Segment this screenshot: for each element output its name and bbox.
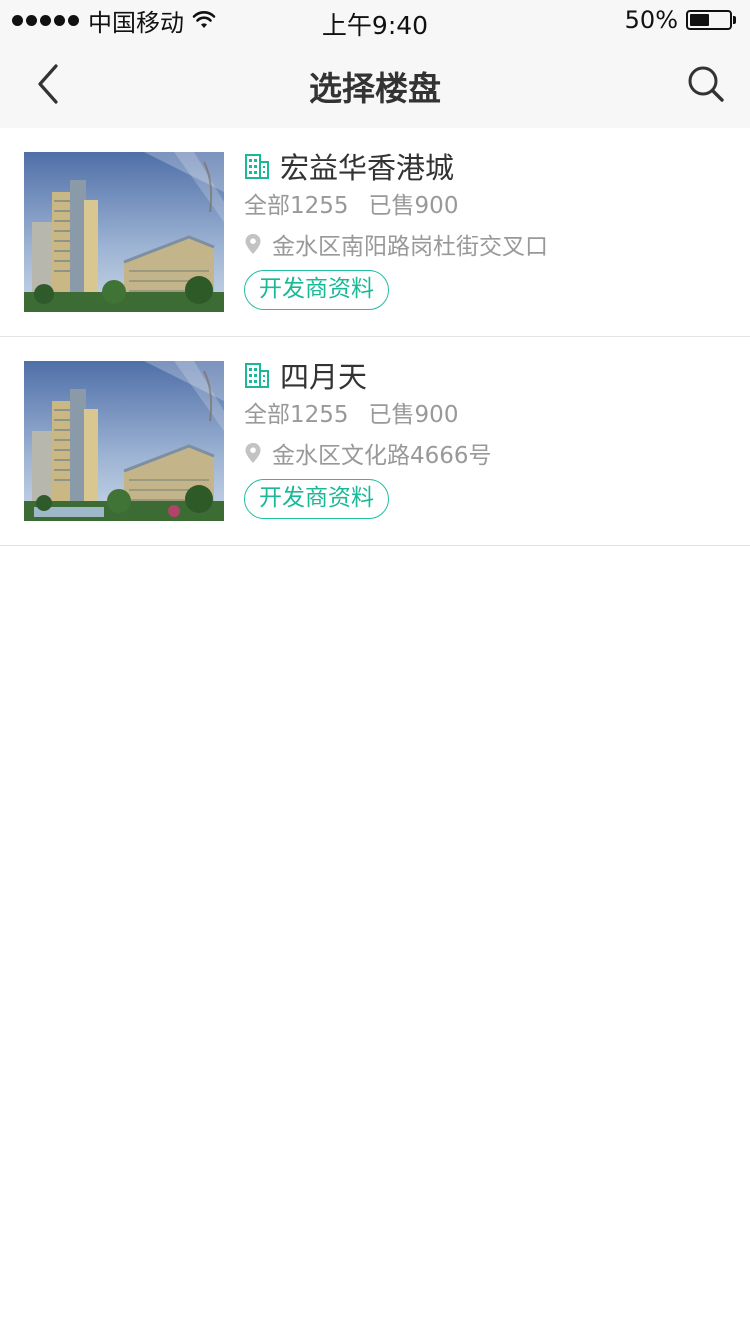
battery-group: 50% (625, 6, 736, 34)
developer-info-button[interactable]: 开发商资料 (244, 270, 389, 310)
property-address: 金水区南阳路岗杜街交叉口 (272, 234, 548, 260)
address-row: 金水区南阳路岗杜街交叉口 (244, 226, 730, 262)
building-icon (245, 154, 269, 179)
property-info: 宏益华香港城 全部1255 已售900 金水区南阳路岗杜街交叉口 开发商资料 (244, 148, 730, 310)
property-image (24, 361, 224, 521)
search-icon (688, 66, 724, 102)
property-list: 宏益华香港城 全部1255 已售900 金水区南阳路岗杜街交叉口 开发商资料 四… (0, 128, 750, 546)
sales-stats: 全部1255 已售900 (244, 397, 730, 433)
list-item[interactable]: 四月天 全部1255 已售900 金水区文化路4666号 开发商资料 (0, 337, 750, 546)
search-button[interactable] (680, 58, 732, 110)
location-pin-icon (245, 443, 261, 463)
property-address: 金水区文化路4666号 (272, 443, 492, 469)
status-bar: 中国移动 上午9:40 50% (0, 0, 750, 40)
total-units: 全部1255 (244, 193, 349, 219)
page-title: 选择楼盘 (309, 69, 441, 108)
battery-icon (686, 10, 732, 30)
building-icon (245, 363, 269, 388)
location-pin-icon (245, 234, 261, 254)
sales-stats: 全部1255 已售900 (244, 188, 730, 224)
title-row: 四月天 (244, 357, 730, 394)
address-row: 金水区文化路4666号 (244, 435, 730, 471)
property-image (24, 152, 224, 312)
battery-fill (690, 14, 709, 26)
nav-bar: 选择楼盘 (0, 40, 750, 128)
list-item[interactable]: 宏益华香港城 全部1255 已售900 金水区南阳路岗杜街交叉口 开发商资料 (0, 128, 750, 337)
property-name: 宏益华香港城 (280, 151, 455, 185)
total-units: 全部1255 (244, 402, 349, 428)
sold-units: 已售900 (368, 402, 459, 428)
developer-info-button[interactable]: 开发商资料 (244, 479, 389, 519)
title-row: 宏益华香港城 (244, 148, 730, 185)
battery-cap (733, 16, 736, 24)
property-info: 四月天 全部1255 已售900 金水区文化路4666号 开发商资料 (244, 357, 730, 519)
sold-units: 已售900 (368, 193, 459, 219)
property-name: 四月天 (280, 360, 368, 394)
battery-percent: 50% (624, 6, 678, 34)
